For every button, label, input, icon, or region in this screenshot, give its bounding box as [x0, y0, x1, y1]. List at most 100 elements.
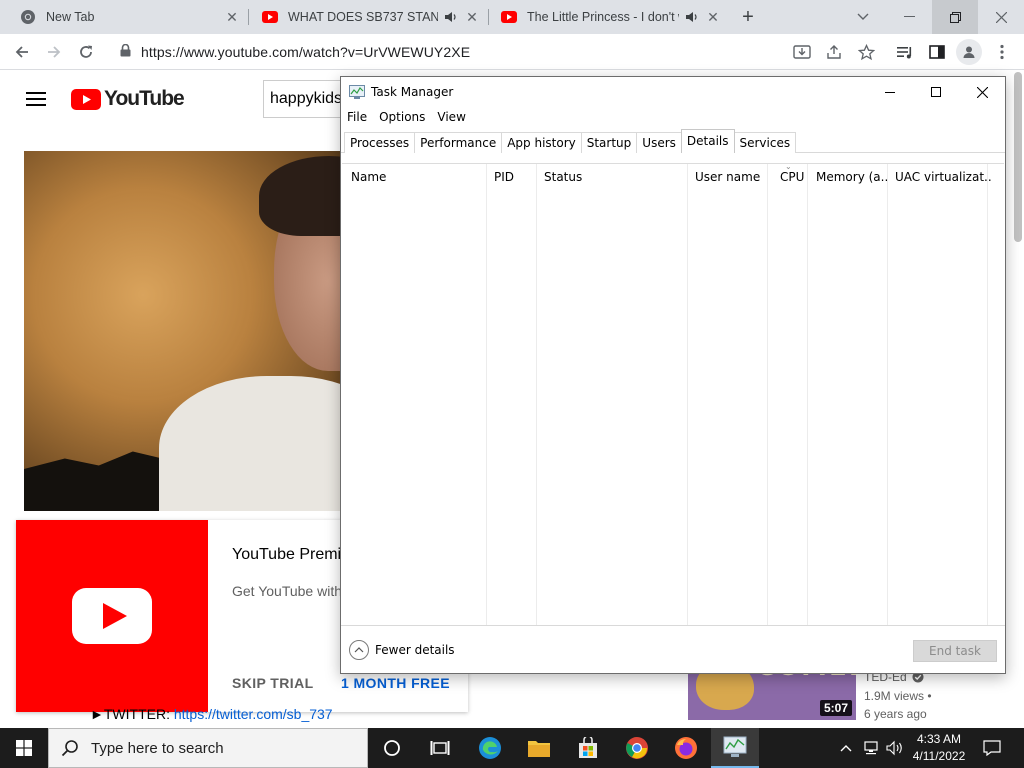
- task-view-icon[interactable]: [416, 728, 464, 768]
- network-icon[interactable]: [860, 728, 882, 768]
- profile-avatar-icon[interactable]: [956, 39, 982, 65]
- hamburger-menu-icon[interactable]: [26, 92, 46, 106]
- clock-time: 4:33 AM: [916, 732, 962, 746]
- task-manager-titlebar[interactable]: Task Manager: [341, 77, 1005, 107]
- edge-icon[interactable]: [466, 728, 514, 768]
- search-placeholder: Type here to search: [91, 739, 224, 757]
- speaker-icon[interactable]: [444, 10, 458, 24]
- reload-icon[interactable]: [74, 40, 98, 64]
- minimize-icon[interactable]: [886, 0, 932, 34]
- chevron-up-icon[interactable]: [349, 640, 369, 660]
- promo-description: Get YouTube with: [232, 583, 343, 599]
- browser-tabstrip: New Tab ✕ WHAT DOES SB737 STAND F ✕ The …: [0, 0, 1024, 34]
- skip-trial-button[interactable]: SKIP TRIAL: [232, 675, 314, 691]
- column-divider[interactable]: [807, 164, 808, 626]
- youtube-favicon-icon: [501, 9, 517, 25]
- taskbar-search-box[interactable]: Type here to search: [48, 728, 368, 768]
- tab-title: WHAT DOES SB737 STAND F: [288, 10, 438, 24]
- youtube-favicon-icon: [262, 9, 278, 25]
- back-arrow-icon[interactable]: [10, 40, 34, 64]
- firefox-icon[interactable]: [662, 728, 710, 768]
- close-tab-icon[interactable]: ✕: [464, 9, 480, 25]
- chrome-taskbar-icon[interactable]: [613, 728, 661, 768]
- clock-date: 4/11/2022: [912, 749, 966, 763]
- lock-icon[interactable]: [120, 43, 131, 60]
- chrome-icon: [20, 9, 36, 25]
- promo-artwork: [16, 520, 208, 712]
- volume-icon[interactable]: [884, 728, 906, 768]
- column-divider[interactable]: [536, 164, 537, 626]
- tab-sb737[interactable]: WHAT DOES SB737 STAND F ✕: [250, 0, 488, 34]
- speaker-icon[interactable]: [685, 10, 699, 24]
- video-frame-shirt: [159, 376, 364, 511]
- system-clock[interactable]: 4:33 AM 4/11/2022: [906, 731, 972, 765]
- close-tab-icon[interactable]: ✕: [224, 9, 240, 25]
- close-window-icon[interactable]: [959, 77, 1005, 107]
- file-explorer-icon[interactable]: [515, 728, 563, 768]
- cortana-icon[interactable]: [368, 728, 416, 768]
- menu-options[interactable]: Options: [373, 107, 431, 127]
- tab-processes[interactable]: Processes: [344, 132, 416, 153]
- recommended-age: 6 years ago: [864, 707, 927, 721]
- url-text[interactable]: https://www.youtube.com/watch?v=UrVWEWUY…: [141, 44, 470, 60]
- forward-arrow-icon[interactable]: [42, 40, 66, 64]
- column-header-name[interactable]: Name: [342, 164, 487, 188]
- column-divider[interactable]: [486, 164, 487, 626]
- video-player[interactable]: [24, 151, 364, 511]
- search-icon: [61, 740, 78, 757]
- windows-start-icon[interactable]: [0, 728, 48, 768]
- menu-view[interactable]: View: [431, 107, 471, 127]
- close-tab-icon[interactable]: ✕: [705, 9, 721, 25]
- youtube-logo-icon: [71, 88, 101, 110]
- more-options-icon[interactable]: [990, 40, 1014, 64]
- end-task-button[interactable]: End task: [913, 640, 997, 662]
- column-header-uac[interactable]: UAC virtualizat...: [886, 164, 991, 188]
- youtube-logo[interactable]: YouTube: [71, 87, 185, 111]
- one-month-free-button[interactable]: 1 MONTH FREE: [341, 675, 450, 691]
- description-twitter-line: ►TWITTER: https://twitter.com/sb_737: [90, 706, 333, 722]
- twitter-link[interactable]: https://twitter.com/sb_737: [174, 706, 333, 722]
- tab-services[interactable]: Services: [733, 132, 797, 153]
- column-header-pid[interactable]: PID: [485, 164, 535, 188]
- share-icon[interactable]: [822, 40, 846, 64]
- windows-taskbar: Type here to search 4:33 AM 4/11/2022: [0, 728, 1024, 768]
- column-divider[interactable]: [687, 164, 688, 626]
- tab-startup[interactable]: Startup: [580, 132, 638, 153]
- tab-new-tab[interactable]: New Tab ✕: [8, 0, 248, 34]
- notifications-icon[interactable]: [980, 728, 1004, 768]
- task-manager-tabs: Processes Performance App history Startu…: [344, 129, 797, 153]
- column-header-memory[interactable]: Memory (a...: [807, 164, 887, 188]
- bookmark-star-icon[interactable]: [854, 40, 878, 64]
- close-window-icon[interactable]: [978, 0, 1024, 34]
- task-manager-window: Task Manager File Options View Processes…: [340, 76, 1006, 674]
- window-title: Task Manager: [371, 85, 454, 99]
- tab-details[interactable]: Details: [680, 129, 735, 153]
- column-divider[interactable]: [987, 164, 988, 626]
- column-header-user-name[interactable]: User name: [686, 164, 766, 188]
- column-divider[interactable]: [887, 164, 888, 626]
- menu-file[interactable]: File: [341, 107, 373, 127]
- maximize-icon[interactable]: [913, 77, 959, 107]
- tab-title: New Tab: [46, 10, 95, 24]
- task-manager-app-icon: [349, 85, 365, 99]
- new-tab-button[interactable]: +: [736, 5, 760, 29]
- minimize-icon[interactable]: [867, 77, 913, 107]
- side-panel-icon[interactable]: [925, 40, 949, 64]
- page-scrollbar[interactable]: [1014, 72, 1022, 242]
- task-manager-taskbar-icon[interactable]: [711, 728, 759, 768]
- tab-little-princess[interactable]: The Little Princess - I don't w ✕: [489, 0, 729, 34]
- tab-performance[interactable]: Performance: [414, 132, 503, 153]
- fewer-details-link[interactable]: Fewer details: [375, 643, 455, 657]
- restore-icon[interactable]: [932, 0, 978, 34]
- media-control-icon[interactable]: [893, 40, 917, 64]
- tab-app-history[interactable]: App history: [501, 132, 582, 153]
- tab-users[interactable]: Users: [636, 132, 682, 153]
- microsoft-store-icon[interactable]: [564, 728, 612, 768]
- address-bar[interactable]: https://www.youtube.com/watch?v=UrVWEWUY…: [110, 38, 788, 66]
- install-app-icon[interactable]: [790, 40, 814, 64]
- tab-separator: [248, 9, 249, 25]
- show-hidden-icons-chevron-icon[interactable]: [836, 728, 856, 768]
- tab-search-chevron-icon[interactable]: [840, 0, 886, 34]
- column-divider[interactable]: [767, 164, 768, 626]
- column-header-status[interactable]: Status: [535, 164, 685, 188]
